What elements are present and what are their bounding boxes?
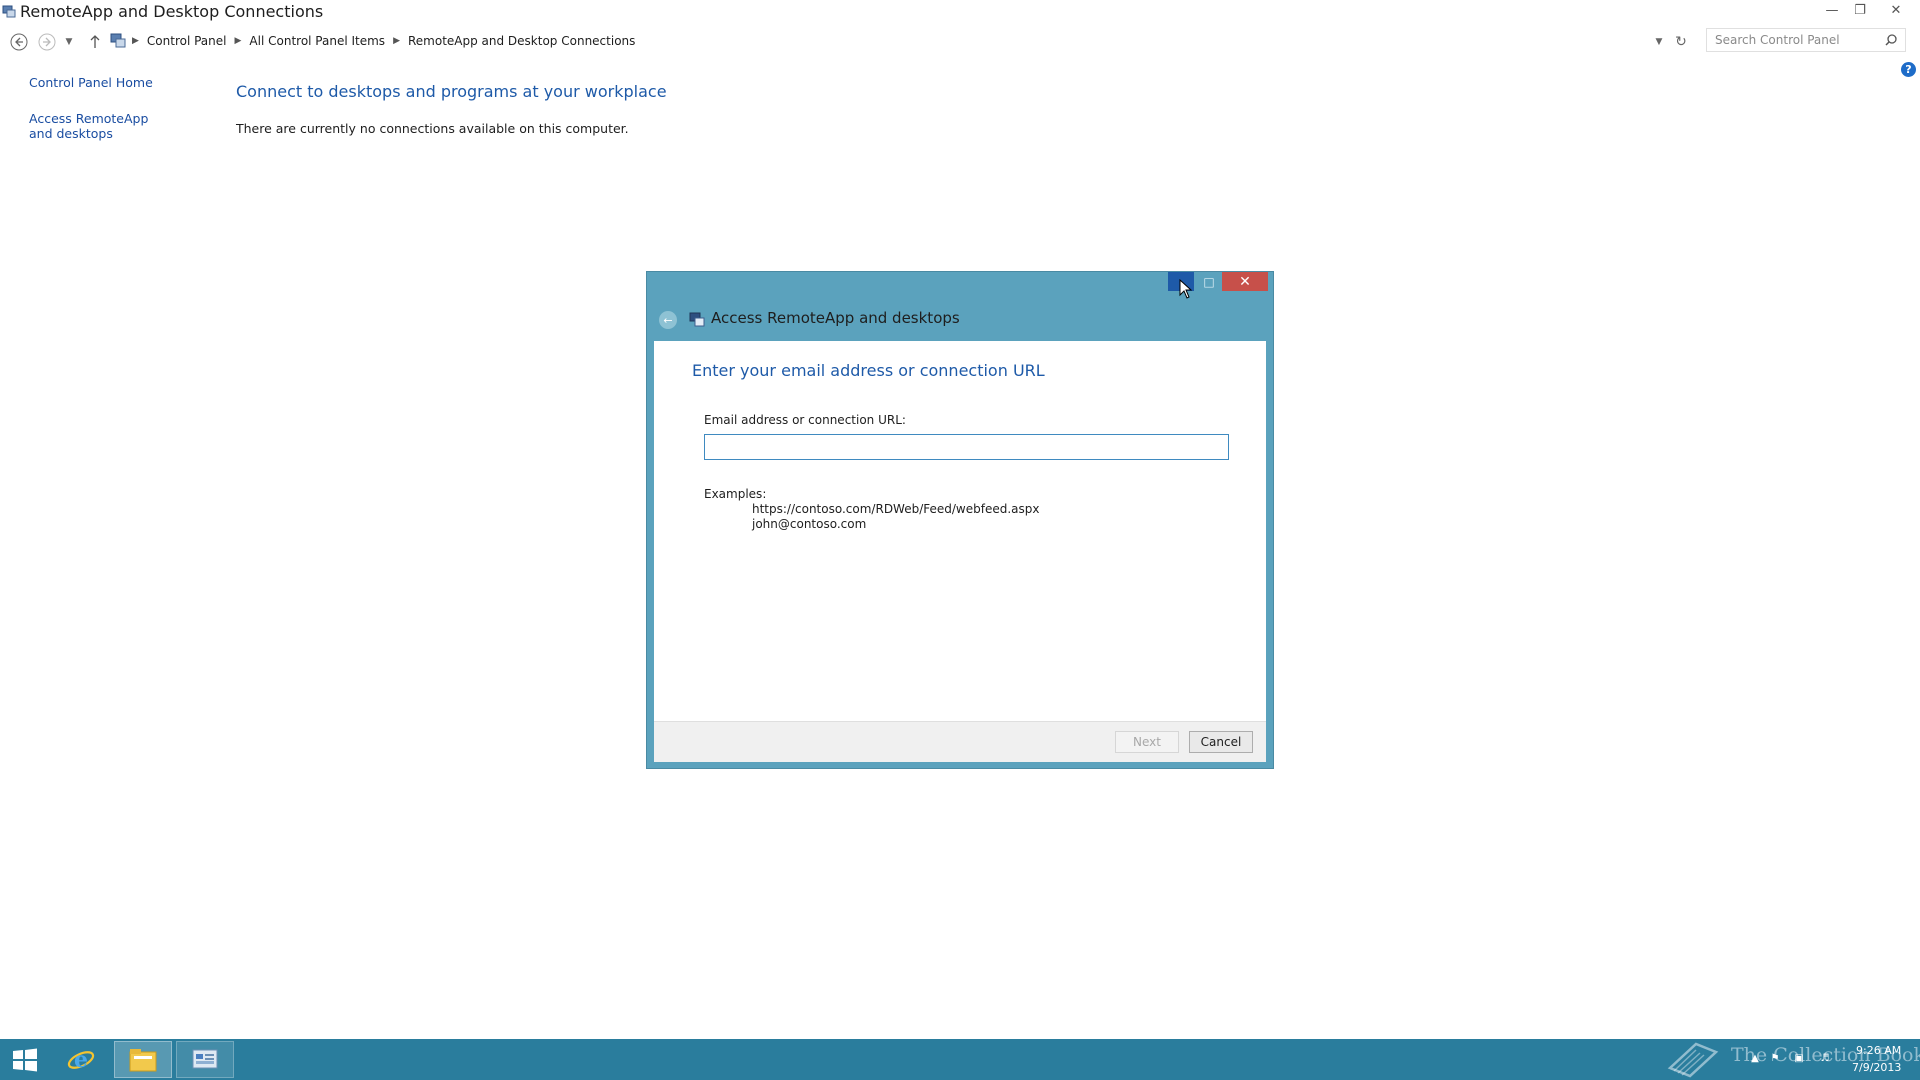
book-logo-icon [1667, 1042, 1719, 1078]
example-url: https://contoso.com/RDWeb/Feed/webfeed.a… [752, 502, 1040, 516]
search-icon[interactable] [1884, 33, 1898, 47]
cancel-button[interactable]: Cancel [1189, 731, 1253, 753]
breadcrumb-remoteapp[interactable]: RemoteApp and Desktop Connections [402, 34, 641, 48]
window-title: RemoteApp and Desktop Connections [20, 2, 324, 21]
chevron-right-icon[interactable]: ▶ [233, 36, 244, 46]
next-button[interactable]: Next [1115, 731, 1179, 753]
mouse-cursor-icon [1179, 279, 1193, 299]
volume-icon[interactable]: ♬ [1818, 1051, 1832, 1065]
recent-pages-chevron-icon[interactable]: ▼ [62, 31, 76, 53]
network-icon[interactable]: ▣ [1792, 1051, 1806, 1065]
breadcrumb-all-items[interactable]: All Control Panel Items [243, 34, 391, 48]
close-icon[interactable]: ✕ [1882, 0, 1910, 20]
clock-time[interactable]: 9:26 AM [1856, 1044, 1901, 1057]
no-connections-message: There are currently no connections avail… [236, 121, 629, 136]
dialog-maximize-icon[interactable]: □ [1196, 272, 1222, 291]
dialog-content [654, 341, 1266, 721]
action-center-flag-icon[interactable]: ⚑ [1768, 1051, 1782, 1065]
example-email: john@contoso.com [752, 517, 867, 531]
dialog-title: Access RemoteApp and desktops [711, 309, 960, 327]
access-remoteapp-link[interactable]: Access RemoteApp and desktops [29, 111, 169, 141]
examples-label: Examples: [704, 487, 767, 501]
dialog-heading: Enter your email address or connection U… [692, 361, 1045, 380]
internet-explorer-icon[interactable]: e [58, 1041, 104, 1078]
refresh-icon[interactable]: ↻ [1670, 31, 1692, 53]
minimize-icon[interactable]: — [1818, 0, 1846, 20]
clock-date[interactable]: 7/9/2013 [1852, 1061, 1901, 1074]
address-dropdown-icon[interactable]: ▼ [1648, 31, 1670, 53]
url-field-label: Email address or connection URL: [704, 413, 906, 427]
breadcrumb-control-panel[interactable]: Control Panel [141, 34, 233, 48]
control-panel-taskbar-icon[interactable] [176, 1041, 234, 1078]
back-icon[interactable] [8, 31, 30, 53]
control-panel-icon [110, 33, 126, 48]
chevron-right-icon[interactable]: ▶ [391, 36, 402, 46]
chevron-right-icon[interactable]: ▶ [130, 36, 141, 46]
dialog-back-icon[interactable]: ← [659, 311, 677, 329]
svg-text:e: e [74, 1047, 88, 1073]
show-hidden-icons-chevron-icon[interactable]: ▲ [1748, 1051, 1762, 1065]
forward-icon[interactable] [36, 31, 58, 53]
windows-start-icon[interactable] [12, 1048, 38, 1072]
remoteapp-icon [689, 312, 705, 327]
up-arrow-icon[interactable] [84, 31, 106, 53]
remoteapp-icon [2, 5, 16, 18]
page-title: Connect to desktops and programs at your… [236, 82, 667, 101]
help-icon[interactable]: ? [1901, 62, 1916, 77]
control-panel-home-link[interactable]: Control Panel Home [29, 75, 153, 90]
dialog-close-button[interactable]: ✕ [1222, 272, 1268, 291]
restore-icon[interactable]: ❐ [1846, 0, 1874, 20]
connection-url-input[interactable] [704, 434, 1229, 460]
taskbar [0, 1039, 1920, 1080]
search-input[interactable]: Search Control Panel [1706, 28, 1906, 52]
breadcrumb: ▶ Control Panel ▶ All Control Panel Item… [130, 30, 1670, 52]
file-explorer-icon[interactable] [114, 1041, 172, 1078]
search-placeholder: Search Control Panel [1715, 33, 1840, 47]
